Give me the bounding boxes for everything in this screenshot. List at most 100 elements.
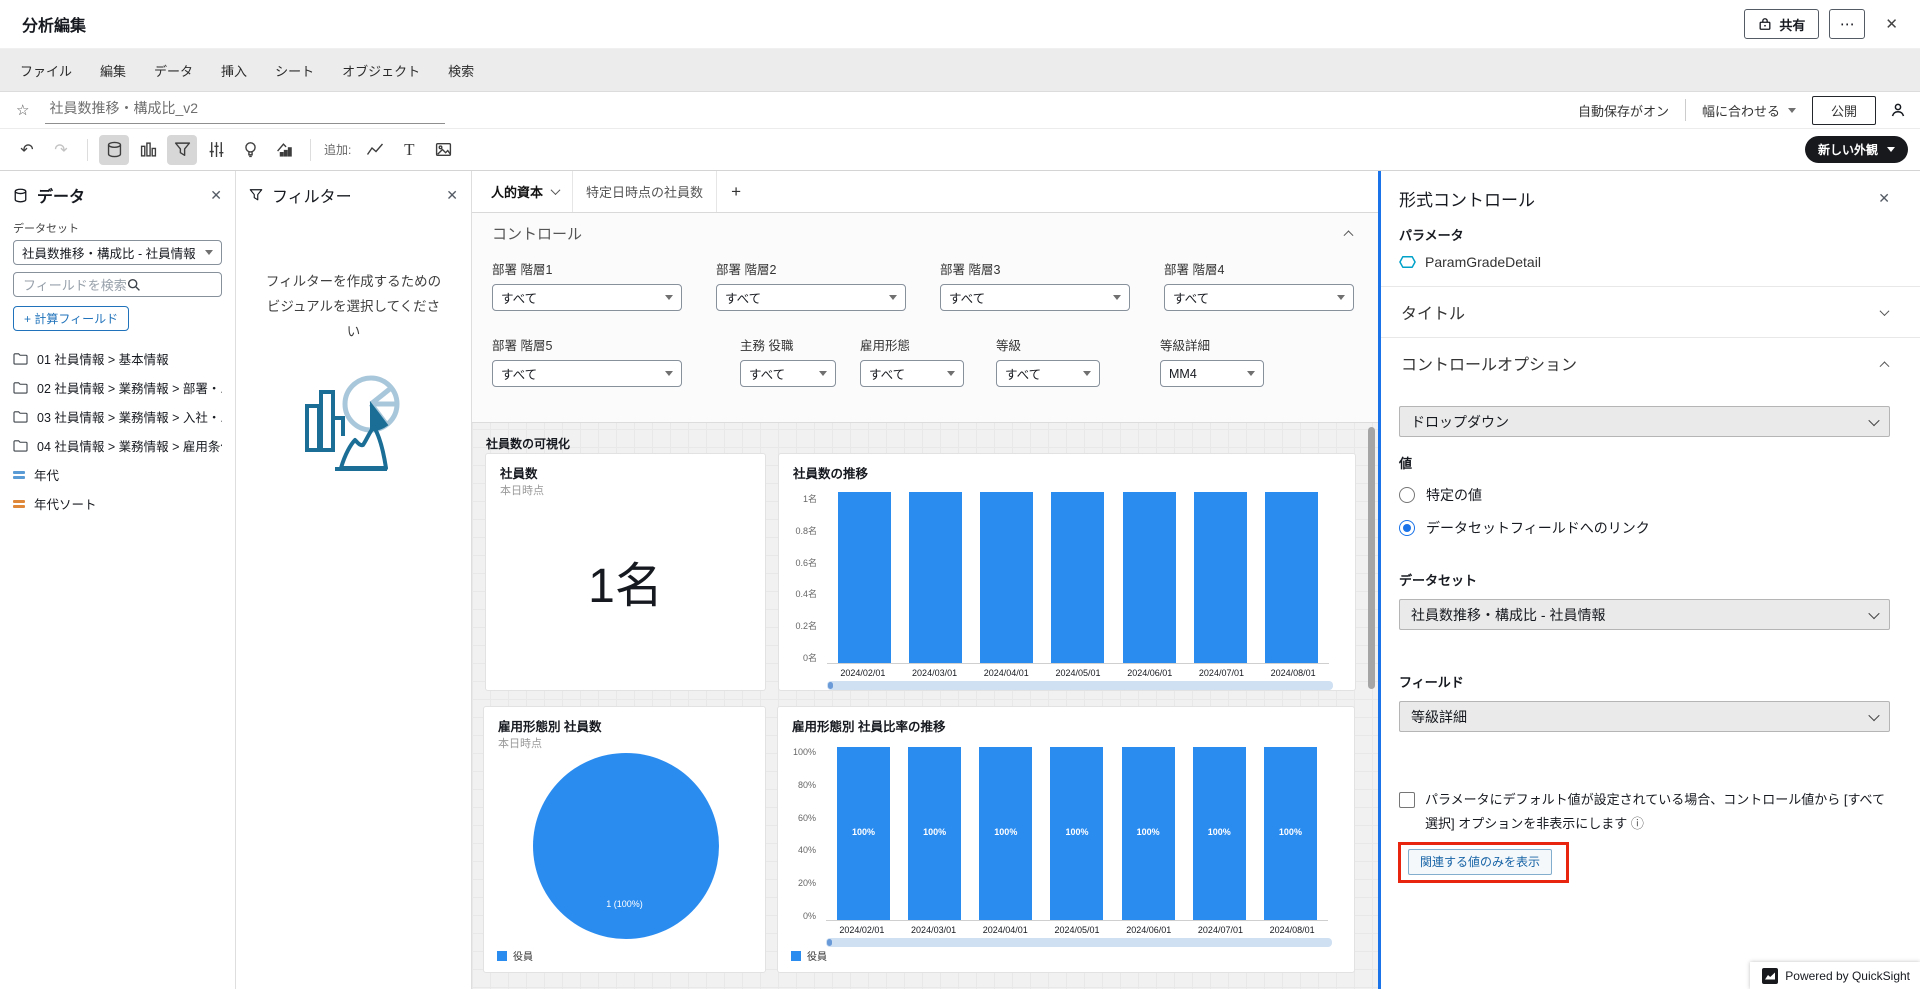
add-calculated-field-button[interactable]: + 計算フィールド bbox=[13, 306, 129, 331]
control-dropdown[interactable]: すべて bbox=[740, 360, 836, 387]
bar[interactable]: 100% bbox=[1264, 747, 1317, 920]
close-editor-button[interactable]: ✕ bbox=[1885, 15, 1898, 33]
divider bbox=[87, 139, 88, 161]
folder-icon bbox=[13, 439, 28, 452]
menu-file[interactable]: ファイル bbox=[20, 61, 72, 80]
radio-specific-value[interactable]: 特定の値 bbox=[1399, 485, 1890, 505]
control-dropdown[interactable]: すべて bbox=[940, 284, 1130, 311]
radio-link-to-dataset-field[interactable]: データセットフィールドへのリンク bbox=[1399, 518, 1890, 538]
field-select[interactable]: 等級詳細 bbox=[1399, 701, 1890, 732]
menu-object[interactable]: オブジェクト bbox=[342, 61, 420, 80]
more-menu-button[interactable]: ⋯ bbox=[1829, 9, 1865, 39]
dataset-select[interactable]: 社員数推移・構成比 - 社員情報 bbox=[13, 240, 222, 265]
field-folder[interactable]: 03 社員情報 > 業務情報 > 入社・... bbox=[13, 402, 222, 431]
control-dropdown[interactable]: MM4 bbox=[1160, 360, 1264, 387]
parameter-chip[interactable]: ParamGradeDetail bbox=[1399, 254, 1890, 270]
control-dropdown[interactable]: すべて bbox=[716, 284, 906, 311]
section-label: コントロールオプション bbox=[1401, 351, 1577, 375]
bar[interactable] bbox=[980, 492, 1033, 663]
menu-insert[interactable]: 挿入 bbox=[221, 61, 247, 80]
menu-edit[interactable]: 編集 bbox=[100, 61, 126, 80]
visualize-button[interactable] bbox=[269, 135, 299, 165]
control-options-section-header[interactable]: コントロールオプション bbox=[1399, 338, 1890, 388]
control-dropdown[interactable]: すべて bbox=[1164, 284, 1354, 311]
add-visual-button[interactable] bbox=[360, 135, 390, 165]
bar[interactable]: 100% bbox=[1122, 747, 1175, 920]
bar[interactable] bbox=[1194, 492, 1247, 663]
info-icon[interactable]: ⓘ bbox=[1631, 816, 1644, 831]
control-dropdown[interactable]: すべて bbox=[996, 360, 1100, 387]
field-item-nendai-sort[interactable]: 年代ソート bbox=[13, 489, 222, 518]
bar[interactable] bbox=[1265, 492, 1318, 663]
tab-specific-date-headcount[interactable]: 特定日時点の社員数 bbox=[573, 171, 717, 212]
title-section-header[interactable]: タイトル bbox=[1399, 287, 1890, 337]
favorite-star-icon[interactable]: ☆ bbox=[16, 101, 29, 119]
pie-slice[interactable] bbox=[533, 753, 719, 939]
user-icon[interactable] bbox=[1890, 102, 1906, 118]
share-icon bbox=[1758, 17, 1772, 31]
bar[interactable] bbox=[909, 492, 962, 663]
parameters-button[interactable] bbox=[201, 135, 231, 165]
top-bar: 分析編集 共有 ⋯ ✕ bbox=[0, 0, 1920, 49]
add-sheet-button[interactable]: + bbox=[717, 171, 755, 212]
control-dropdown[interactable]: すべて bbox=[492, 284, 682, 311]
close-icon[interactable]: ✕ bbox=[1878, 190, 1890, 207]
control-value: すべて bbox=[725, 288, 761, 307]
bar[interactable]: 100% bbox=[1050, 747, 1103, 920]
parameter-label: パラメータ bbox=[1399, 225, 1890, 244]
share-button[interactable]: 共有 bbox=[1744, 9, 1819, 39]
bar[interactable] bbox=[838, 492, 891, 663]
checkbox-unchecked[interactable] bbox=[1399, 792, 1415, 808]
field-search-input[interactable]: フィールドを検索 bbox=[13, 272, 222, 297]
stacked-bar-ratio-trend[interactable]: 雇用形態別 社員比率の推移 100% 80% 60% 40% 20% 0% 10… bbox=[777, 706, 1355, 973]
field-folder[interactable]: 04 社員情報 > 業務情報 > 雇用条件 bbox=[13, 431, 222, 460]
bar-chart-headcount-trend[interactable]: 社員数の推移 1名 0.8名 0.6名 0.4名 0.2名 0名 bbox=[778, 453, 1356, 691]
redo-button[interactable]: ↷ bbox=[46, 135, 76, 165]
y-tick: 100% bbox=[793, 747, 816, 757]
powered-by-label: Powered by QuickSight bbox=[1785, 969, 1910, 983]
menu-search[interactable]: 検索 bbox=[448, 61, 474, 80]
pie-chart-by-employment-type[interactable]: 雇用形態別 社員数 本日時点 1 (100%) 役員 bbox=[483, 706, 766, 973]
bar[interactable]: 100% bbox=[979, 747, 1032, 920]
field-folder[interactable]: 02 社員情報 > 業務情報 > 部署・... bbox=[13, 373, 222, 402]
bar-data-label: 100% bbox=[1193, 827, 1246, 837]
add-text-button[interactable]: T bbox=[394, 135, 424, 165]
menu-data[interactable]: データ bbox=[154, 61, 193, 80]
chart-horizontal-scrollbar[interactable] bbox=[827, 681, 1333, 690]
control-dropdown[interactable]: すべて bbox=[492, 360, 682, 387]
new-look-toggle[interactable]: 新しい外観 bbox=[1805, 136, 1908, 163]
control-style-select[interactable]: ドロップダウン bbox=[1399, 406, 1890, 437]
menu-sheet[interactable]: シート bbox=[275, 61, 314, 80]
show-relevant-values-button[interactable]: 関連する値のみを表示 bbox=[1408, 849, 1552, 875]
legend-label: 役員 bbox=[513, 948, 533, 963]
x-tick: 2024/07/01 bbox=[1185, 925, 1257, 935]
publish-button[interactable]: 公開 bbox=[1812, 96, 1876, 125]
add-image-button[interactable] bbox=[428, 135, 458, 165]
field-item-nendai[interactable]: 年代 bbox=[13, 460, 222, 489]
legend-swatch bbox=[791, 951, 801, 961]
filter-panel-button[interactable] bbox=[167, 135, 197, 165]
canvas-vertical-scrollbar[interactable] bbox=[1368, 427, 1375, 689]
control-dropdown[interactable]: すべて bbox=[860, 360, 964, 387]
close-icon[interactable]: ✕ bbox=[210, 187, 222, 204]
chart-horizontal-scrollbar[interactable] bbox=[826, 938, 1332, 947]
analysis-name-input[interactable]: 社員数推移・構成比_v2 bbox=[45, 96, 445, 124]
insights-button[interactable] bbox=[235, 135, 265, 165]
bar[interactable]: 100% bbox=[837, 747, 890, 920]
tab-jinteki-shihon[interactable]: 人的資本 bbox=[478, 171, 573, 212]
field-folder[interactable]: 01 社員情報 > 基本情報 bbox=[13, 344, 222, 373]
bar[interactable] bbox=[1123, 492, 1176, 663]
bar[interactable]: 100% bbox=[908, 747, 961, 920]
data-panel-button[interactable] bbox=[99, 135, 129, 165]
bar[interactable] bbox=[1051, 492, 1104, 663]
bar[interactable]: 100% bbox=[1193, 747, 1246, 920]
dataset-select[interactable]: 社員数推移・構成比 - 社員情報 bbox=[1399, 599, 1890, 630]
close-icon[interactable]: ✕ bbox=[446, 187, 458, 204]
undo-button[interactable]: ↶ bbox=[12, 135, 42, 165]
kpi-visual-headcount[interactable]: 社員数 本日時点 1名 bbox=[485, 453, 766, 691]
sliders-icon bbox=[208, 141, 225, 158]
visuals-button[interactable] bbox=[133, 135, 163, 165]
hide-select-all-option-row: パラメータにデフォルト値が設定されている場合、コントロール値から [すべて選択]… bbox=[1399, 788, 1890, 836]
collapse-controls-icon[interactable] bbox=[1344, 230, 1354, 240]
fit-width-dropdown[interactable]: 幅に合わせる bbox=[1702, 101, 1796, 120]
